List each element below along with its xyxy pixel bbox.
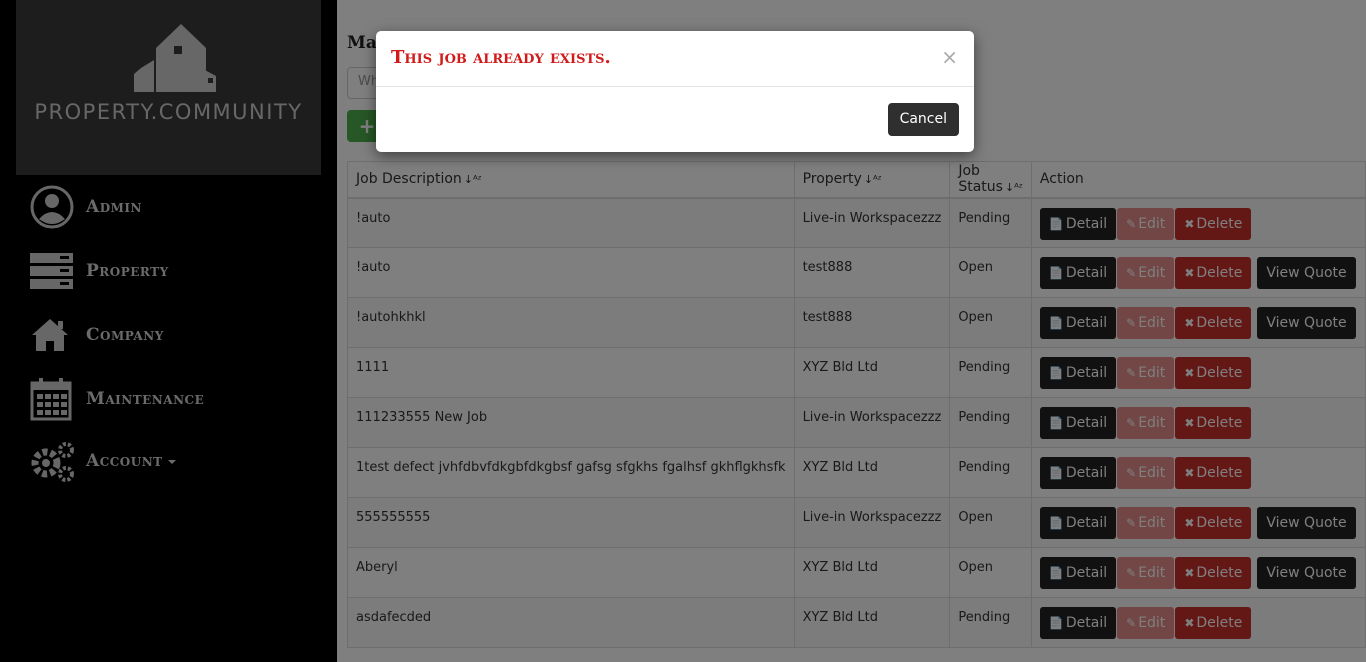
alert-modal: This job already exists. × Cancel bbox=[376, 31, 974, 152]
modal-header: This job already exists. × bbox=[376, 31, 974, 87]
cancel-button[interactable]: Cancel bbox=[887, 103, 959, 136]
modal-footer: Cancel bbox=[887, 103, 959, 136]
modal-title: This job already exists. bbox=[391, 47, 611, 68]
close-icon[interactable]: × bbox=[941, 45, 958, 69]
